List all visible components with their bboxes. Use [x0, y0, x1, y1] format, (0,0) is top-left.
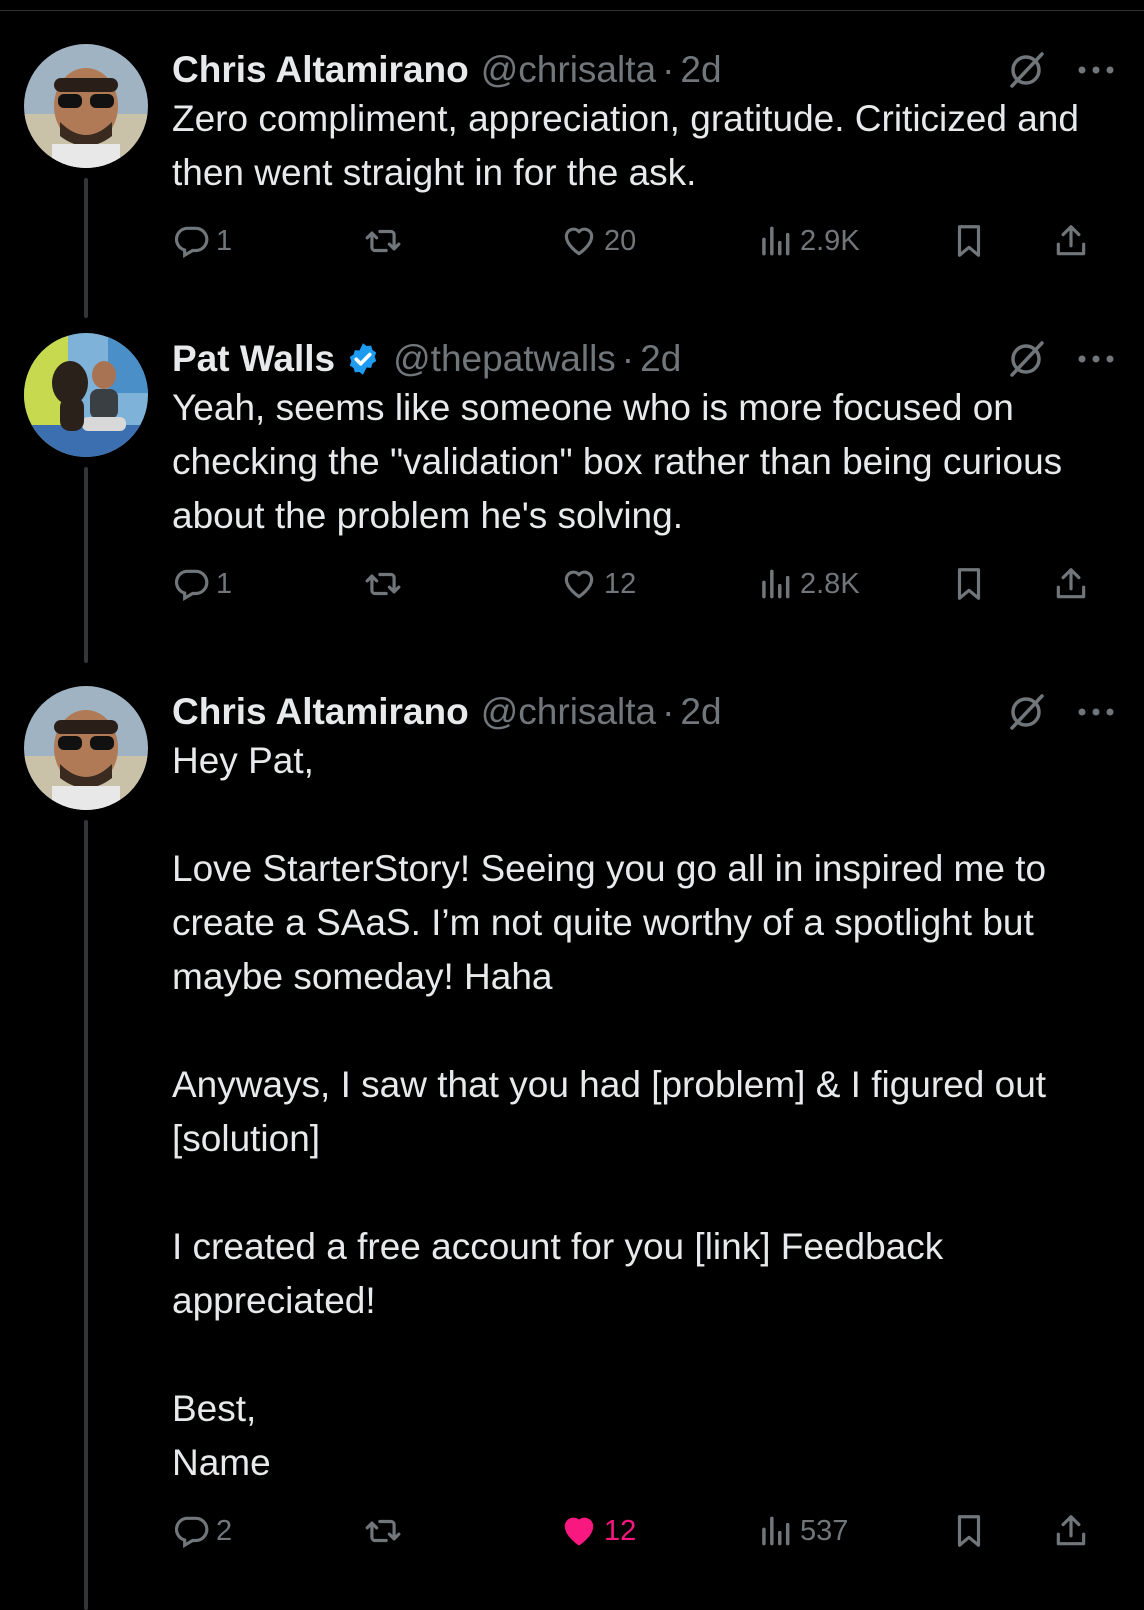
bookmark-icon	[957, 225, 981, 257]
grok-icon[interactable]	[1006, 339, 1046, 379]
reply-button[interactable]: 1	[172, 218, 232, 264]
separator-dot: ·	[662, 49, 675, 90]
handle[interactable]: @chrisalta	[481, 49, 656, 91]
views-button[interactable]: 2.8K	[756, 561, 860, 607]
views-icon	[762, 1516, 790, 1546]
reply-button[interactable]: 2	[172, 1508, 232, 1554]
handle[interactable]: @chrisalta	[481, 691, 656, 733]
reply-count: 1	[216, 224, 233, 257]
display-name[interactable]: Pat Walls	[172, 338, 335, 380]
view-count: 2.9K	[800, 224, 860, 257]
repost-button[interactable]	[364, 561, 402, 607]
more-icon[interactable]	[1076, 62, 1116, 78]
share-button[interactable]	[1052, 1508, 1090, 1554]
like-count: 12	[604, 567, 637, 600]
like-count: 20	[604, 224, 637, 257]
reply-count: 1	[216, 567, 233, 600]
repost-icon	[365, 1519, 401, 1543]
avatar-photo	[24, 333, 148, 457]
more-icon[interactable]	[1076, 704, 1116, 720]
bookmark-button[interactable]	[950, 1508, 988, 1554]
display-name[interactable]: Chris Altamirano	[172, 691, 469, 733]
separator-dot: ·	[662, 691, 675, 732]
handle[interactable]: @thepatwalls	[393, 338, 616, 380]
views-icon	[762, 569, 790, 599]
tweet-header: Chris Altamirano @chrisalta · 2d	[172, 48, 1144, 92]
display-name[interactable]: Chris Altamirano	[172, 49, 469, 91]
thread-line	[84, 820, 88, 1610]
top-divider	[0, 10, 1144, 11]
share-icon	[1056, 225, 1086, 256]
like-icon	[564, 227, 594, 256]
separator-dot: ·	[621, 338, 635, 379]
avatar[interactable]	[24, 686, 148, 810]
reply-icon	[174, 569, 209, 602]
views-icon	[762, 226, 790, 256]
views-button[interactable]: 2.9K	[756, 218, 860, 264]
share-button[interactable]	[1052, 218, 1090, 264]
tweet-header: Chris Altamirano @chrisalta · 2d	[172, 690, 1144, 734]
action-bar: 1 12 2.8K	[172, 561, 1122, 607]
action-bar: 2 12 537	[172, 1508, 1122, 1554]
view-count: 537	[800, 1514, 849, 1547]
verified-badge-icon[interactable]	[345, 341, 381, 377]
repost-icon	[365, 229, 401, 253]
tweet-text: Hey Pat, Love StarterStory! Seeing you g…	[172, 740, 1047, 1483]
share-button[interactable]	[1052, 561, 1090, 607]
bookmark-button[interactable]	[950, 218, 988, 264]
like-button[interactable]: 12	[560, 1508, 636, 1554]
timestamp[interactable]: 2d	[640, 338, 681, 380]
grok-icon[interactable]	[1006, 692, 1046, 732]
repost-icon	[365, 572, 401, 596]
views-button[interactable]: 537	[756, 1508, 848, 1554]
avatar[interactable]	[24, 44, 148, 168]
action-bar: 1 20 2.9K	[172, 218, 1122, 264]
repost-button[interactable]	[364, 218, 402, 264]
bookmark-icon	[957, 1515, 981, 1547]
avatar[interactable]	[24, 333, 148, 457]
thread-line	[84, 467, 88, 663]
repost-button[interactable]	[364, 1508, 402, 1554]
tweet-text: Yeah, seems like someone who is more foc…	[172, 387, 1073, 536]
reply-icon	[174, 226, 209, 259]
share-icon	[1056, 1515, 1086, 1546]
like-count: 12	[604, 1514, 637, 1547]
like-button[interactable]: 20	[560, 218, 636, 264]
thread-line	[84, 178, 88, 318]
tweet-header: Pat Walls @thepatwalls · 2d	[172, 337, 1144, 381]
avatar-photo	[24, 686, 148, 810]
timestamp[interactable]: 2d	[680, 49, 721, 91]
like-button[interactable]: 12	[560, 561, 636, 607]
share-icon	[1056, 568, 1086, 599]
grok-icon[interactable]	[1006, 50, 1046, 90]
reply-button[interactable]: 1	[172, 561, 232, 607]
reply-icon	[174, 1516, 209, 1549]
tweet-text: Zero compliment, appreciation, gratitude…	[172, 98, 1090, 193]
more-icon[interactable]	[1076, 351, 1116, 367]
timestamp[interactable]: 2d	[680, 691, 721, 733]
avatar-photo	[24, 44, 148, 168]
view-count: 2.8K	[800, 567, 860, 600]
reply-count: 2	[216, 1514, 233, 1547]
like-icon	[564, 570, 594, 599]
like-icon	[564, 1517, 594, 1546]
bookmark-button[interactable]	[950, 561, 988, 607]
bookmark-icon	[957, 568, 981, 600]
